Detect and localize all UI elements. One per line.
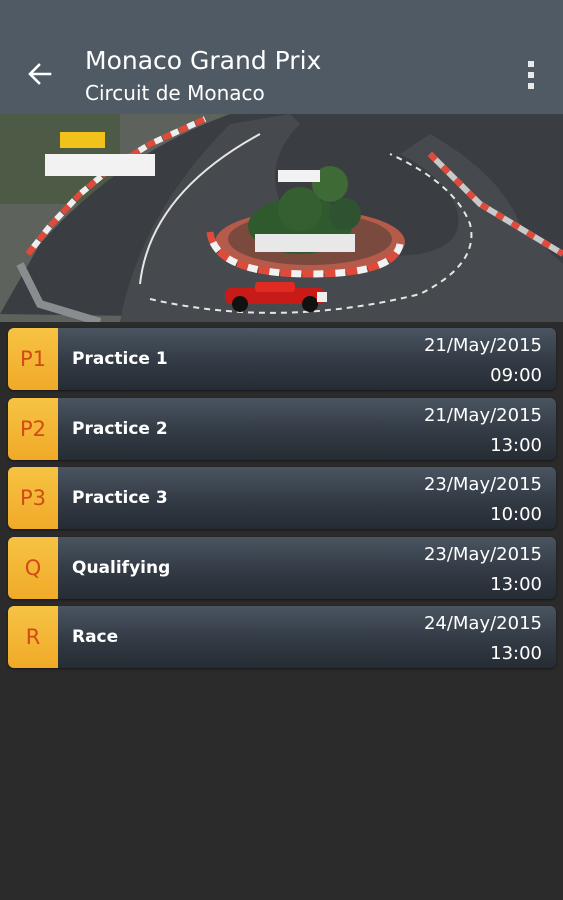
session-badge: P2 xyxy=(8,397,58,460)
overflow-menu-icon-dot xyxy=(528,72,534,78)
session-time: 13:00 xyxy=(490,573,542,595)
list-item[interactable]: P3 Practice 3 23/May/2015 10:00 xyxy=(8,467,556,529)
overflow-menu-icon xyxy=(528,61,534,67)
session-time: 13:00 xyxy=(490,434,542,456)
session-time: 10:00 xyxy=(490,504,542,525)
session-date: 21/May/2015 xyxy=(423,404,542,426)
list-item[interactable]: P1 Practice 1 21/May/2015 09:00 xyxy=(8,328,556,390)
overflow-menu-button[interactable] xyxy=(519,58,543,92)
session-time: 13:00 xyxy=(490,643,542,664)
session-list: P1 Practice 1 21/May/2015 09:00 P2 Pract… xyxy=(8,328,556,676)
session-name: Qualifying xyxy=(72,557,171,578)
page-title: Monaco Grand Prix xyxy=(85,46,322,75)
session-badge: Q xyxy=(8,536,58,599)
list-item[interactable]: R Race 24/May/2015 13:00 xyxy=(8,606,556,668)
session-date: 24/May/2015 xyxy=(423,613,542,634)
list-item[interactable]: P2 Practice 2 21/May/2015 13:00 xyxy=(8,397,556,460)
back-button[interactable] xyxy=(22,56,58,92)
session-date: 21/May/2015 xyxy=(423,335,542,356)
session-time: 09:00 xyxy=(490,365,542,386)
arrow-left-icon xyxy=(28,63,52,85)
circuit-photo-illustration xyxy=(0,114,563,322)
session-name: Practice 2 xyxy=(72,418,168,439)
circuit-photo xyxy=(0,114,563,322)
session-name: Practice 3 xyxy=(72,488,168,508)
session-badge: P3 xyxy=(8,467,58,529)
session-name: Practice 1 xyxy=(72,349,168,369)
session-date: 23/May/2015 xyxy=(423,474,542,495)
title-block: Monaco Grand Prix Circuit de Monaco xyxy=(85,45,321,107)
app-bar: Monaco Grand Prix Circuit de Monaco xyxy=(0,0,563,114)
session-badge: R xyxy=(8,606,58,668)
session-date: 23/May/2015 xyxy=(423,543,542,565)
session-name: Race xyxy=(72,627,119,647)
page-subtitle: Circuit de Monaco xyxy=(85,81,265,105)
overflow-menu-icon-dot xyxy=(528,83,534,89)
session-badge: P1 xyxy=(8,328,58,390)
list-item[interactable]: Q Qualifying 23/May/2015 13:00 xyxy=(8,536,556,599)
